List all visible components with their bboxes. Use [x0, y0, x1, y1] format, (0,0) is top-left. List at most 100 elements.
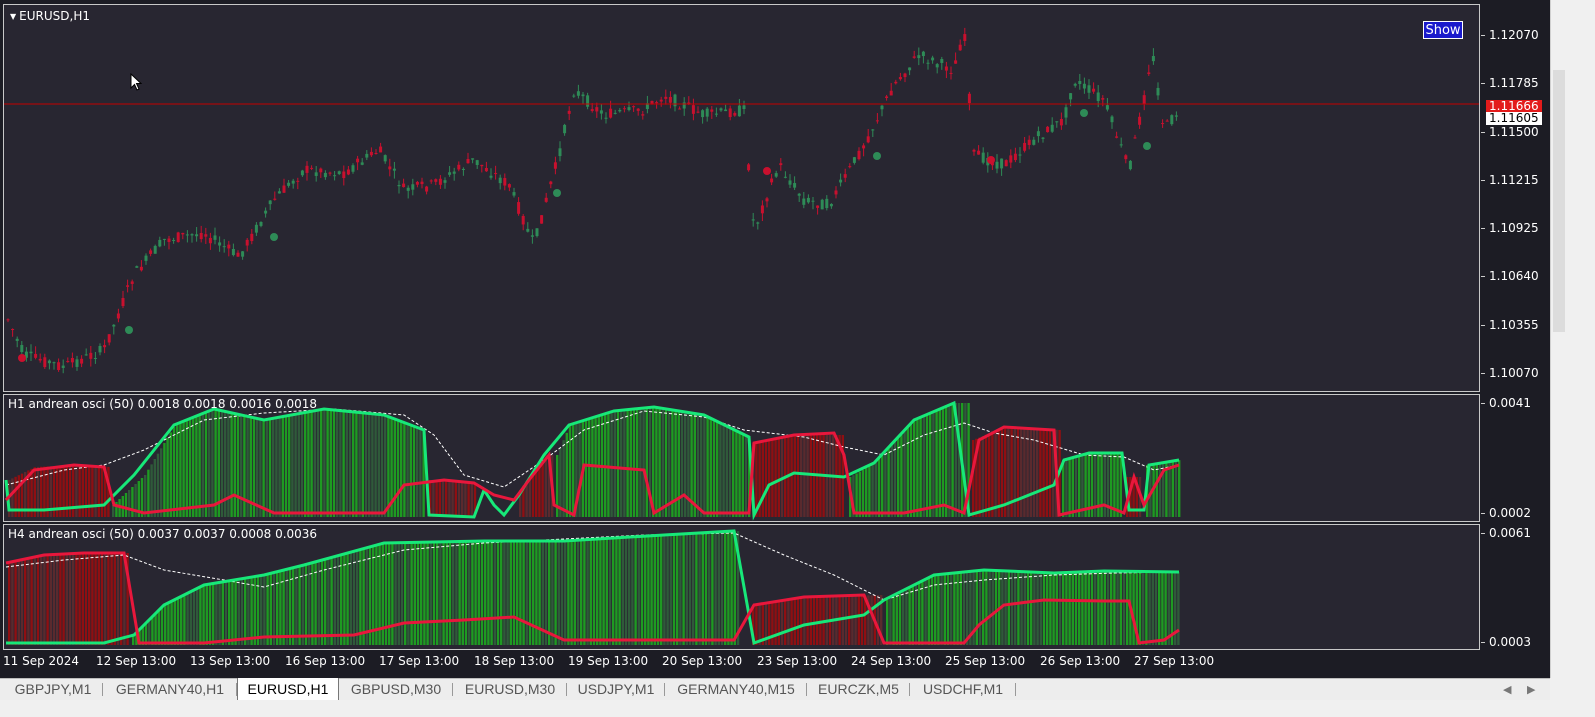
h1-histogram-bar	[262, 419, 265, 517]
tab-usdchf-m1[interactable]: USDCHF,M1	[910, 679, 1016, 700]
candle-body	[434, 179, 438, 182]
candle-body	[756, 222, 760, 224]
h4-histogram-bar	[660, 535, 663, 645]
h1-histogram-bar	[265, 419, 268, 517]
symbol-title[interactable]: ▼ EURUSD,H1	[10, 9, 90, 23]
h4-histogram-bar	[525, 541, 528, 645]
h4-histogram-bar	[116, 553, 120, 645]
h1-histogram-bar	[809, 435, 812, 517]
h1-histogram-bar	[281, 416, 284, 517]
candle-body	[912, 56, 916, 58]
candle-body	[852, 157, 856, 163]
candle-body	[664, 96, 668, 99]
candle-body	[526, 228, 530, 232]
candle-body	[116, 313, 120, 319]
h1-histogram-bar	[1171, 461, 1174, 517]
h1-oscillator-pane[interactable]: H1 andrean osci (50) 0.0018 0.0018 0.001…	[3, 394, 1480, 522]
h4-histogram-bar	[711, 532, 714, 645]
candle-body	[337, 171, 341, 174]
tab-scroll-right-icon[interactable]: ▶	[1527, 679, 1535, 701]
h4-histogram-bar	[30, 558, 33, 645]
candle-body	[199, 232, 203, 240]
h4-histogram-bar	[953, 573, 956, 645]
h4-oscillator-pane[interactable]: H4 andrean osci (50) 0.0037 0.0037 0.000…	[3, 524, 1480, 650]
candle-body	[369, 151, 373, 156]
show-button[interactable]: Show	[1423, 21, 1463, 39]
h4-histogram-bar	[1046, 572, 1049, 645]
candle-body	[1156, 87, 1160, 96]
tab-germany40-h1[interactable]: GERMANY40,H1	[103, 679, 237, 700]
h4-histogram-bar	[253, 576, 256, 645]
candle-body	[222, 246, 226, 248]
h1-histogram-bar	[881, 455, 884, 517]
h4-histogram-bar	[240, 578, 244, 645]
candle-body	[1101, 98, 1105, 100]
h1-histogram-bar	[448, 481, 451, 517]
tab-label: EURUSD,M30	[464, 681, 556, 697]
h4-histogram-bar	[631, 536, 634, 645]
candle-body	[236, 252, 240, 257]
bid-price-badge: 1.11605	[1486, 112, 1542, 125]
vertical-scrollbar[interactable]	[1550, 0, 1568, 678]
candle-body	[954, 60, 958, 64]
tab-scroll-left-icon[interactable]: ◀	[1503, 679, 1511, 701]
h1-histogram-bar	[198, 415, 201, 517]
h1-histogram-bar	[716, 420, 719, 517]
h1-histogram-bar	[169, 432, 172, 517]
candle-body	[1032, 139, 1036, 145]
h1-histogram-bar	[441, 480, 445, 517]
h4-histogram-bar	[301, 565, 304, 645]
candle-body	[903, 73, 907, 78]
h4-histogram-bar	[755, 604, 758, 645]
h4-histogram-bar	[532, 541, 535, 645]
collapse-triangle-icon[interactable]: ▼	[10, 12, 16, 21]
candle-body	[319, 168, 323, 173]
candle-body	[383, 155, 387, 162]
h4-histogram-bar	[346, 553, 349, 645]
candle-body	[374, 153, 378, 155]
candle-body	[259, 221, 263, 226]
h1-histogram-bar	[339, 410, 342, 517]
h4-histogram-bar	[793, 598, 796, 645]
candle-body	[52, 362, 56, 364]
candle-body	[724, 109, 728, 112]
h1-histogram-bar	[741, 433, 744, 517]
tab-usdjpy-m1[interactable]: USDJPY,M1	[567, 679, 665, 700]
h4-histogram-bar	[413, 542, 416, 645]
h4-histogram-bar	[151, 617, 154, 645]
h4-histogram-bar	[224, 581, 228, 645]
candle-body	[135, 266, 139, 268]
h1-histogram-bar	[211, 410, 214, 517]
h1-histogram-bar	[1116, 453, 1119, 517]
tab-gbpusd-m30[interactable]: GBPUSD,M30	[339, 679, 453, 700]
h1-histogram-bar	[374, 414, 377, 517]
h4-histogram-bar	[599, 538, 602, 645]
h4-histogram-bar	[160, 608, 164, 645]
tab-germany40-m15[interactable]: GERMANY40,M15	[665, 679, 807, 700]
h4-histogram-bar	[854, 595, 857, 645]
price-chart-pane[interactable]: ▼ EURUSD,H1 Show	[3, 4, 1480, 392]
candle-body	[599, 110, 603, 114]
price-scale[interactable]: 1.12070 1.11785 1.11500 1.11215 1.10925 …	[1481, 4, 1547, 392]
chart-window[interactable]: ▼ EURUSD,H1 Show 1.12070 1.11785 1.11500 …	[0, 0, 1550, 678]
h4-histogram-bar	[272, 572, 276, 645]
sell-signal-icon	[987, 156, 995, 164]
h4-histogram-bar	[202, 585, 205, 645]
tab-eurusd-h1[interactable]: EURUSD,H1	[237, 678, 339, 701]
scrollbar-thumb[interactable]	[1553, 70, 1565, 332]
candle-body	[839, 179, 843, 183]
candle-body	[195, 234, 199, 237]
h1-histogram-bar	[294, 414, 297, 517]
candle-body	[282, 185, 286, 193]
h1-histogram-bar	[916, 419, 919, 517]
h1-histogram-bar	[703, 414, 706, 517]
tab-eurczk-m5[interactable]: EURCZK,M5	[807, 679, 910, 700]
tab-gbpjpy-m1[interactable]: GBPJPY,M1	[3, 679, 103, 700]
tab-eurusd-m30[interactable]: EURUSD,M30	[453, 679, 567, 700]
h4-histogram-bar	[841, 596, 844, 645]
h4-histogram-bar	[886, 600, 889, 645]
h1-histogram-bar	[774, 438, 777, 517]
h1-histogram-bar	[706, 416, 709, 517]
h1-histogram-bar	[310, 411, 313, 517]
h4-histogram-bar	[1026, 571, 1030, 645]
